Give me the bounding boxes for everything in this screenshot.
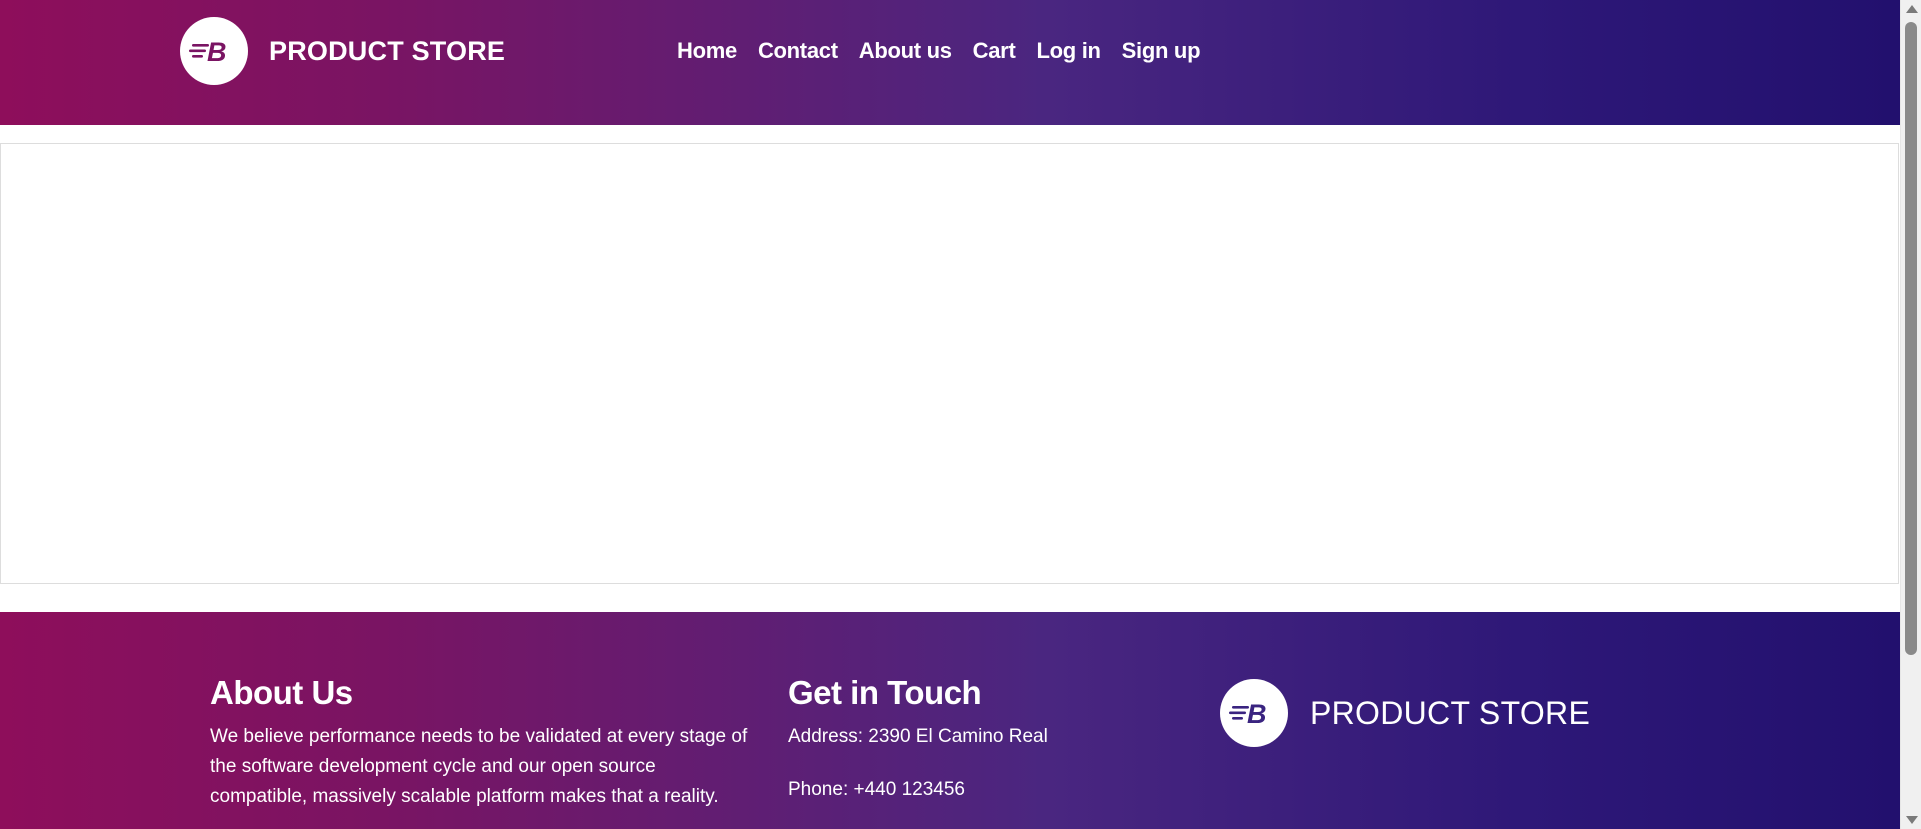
scroll-up-arrow-icon[interactable] <box>1906 5 1918 13</box>
footer-brand-name: PRODUCT STORE <box>1310 694 1591 731</box>
svg-text:B: B <box>1247 699 1267 728</box>
brand-name: PRODUCT STORE <box>269 35 506 66</box>
footer-contact-section: Get in Touch Address: 2390 El Camino Rea… <box>788 674 1188 828</box>
content-area: B PRODUCT STORE Home Contact About us Ca… <box>0 0 1900 829</box>
contact-heading: Get in Touch <box>788 674 982 711</box>
blazedemo-b-icon: B <box>1229 699 1267 728</box>
blazedemo-b-icon: B <box>189 37 227 66</box>
nav-log-in[interactable]: Log in <box>1036 38 1100 64</box>
scroll-down-arrow-icon[interactable] <box>1906 816 1918 824</box>
vertical-scrollbar[interactable] <box>1900 0 1921 829</box>
svg-text:B: B <box>207 37 227 66</box>
nav-about-us[interactable]: About us <box>859 38 952 64</box>
footer-brand-logo: B <box>1220 679 1288 747</box>
carousel-area <box>0 143 1899 584</box>
nav-sign-up[interactable]: Sign up <box>1122 38 1201 64</box>
navbar: B PRODUCT STORE Home Contact About us Ca… <box>0 0 1900 125</box>
contact-address: Address: 2390 El Camino Real <box>788 726 1048 747</box>
brand-link[interactable]: B PRODUCT STORE <box>180 17 505 85</box>
about-heading: About Us <box>210 674 353 711</box>
scroll-thumb[interactable] <box>1905 22 1917 655</box>
brand-logo: B <box>180 17 248 85</box>
page: B PRODUCT STORE Home Contact About us Ca… <box>0 0 1921 829</box>
contact-phone: Phone: +440 123456 <box>788 779 965 800</box>
about-text: We believe performance needs to be valid… <box>210 726 748 807</box>
nav-cart[interactable]: Cart <box>973 38 1016 64</box>
nav-contact[interactable]: Contact <box>758 38 838 64</box>
footer-about-section: About Us We believe performance needs to… <box>210 674 750 812</box>
footer: About Us We believe performance needs to… <box>0 612 1900 829</box>
footer-brand: B PRODUCT STORE <box>1220 679 1590 747</box>
nav-home[interactable]: Home <box>677 38 737 64</box>
main-nav: Home Contact About us Cart Log in Sign u… <box>677 33 1221 69</box>
